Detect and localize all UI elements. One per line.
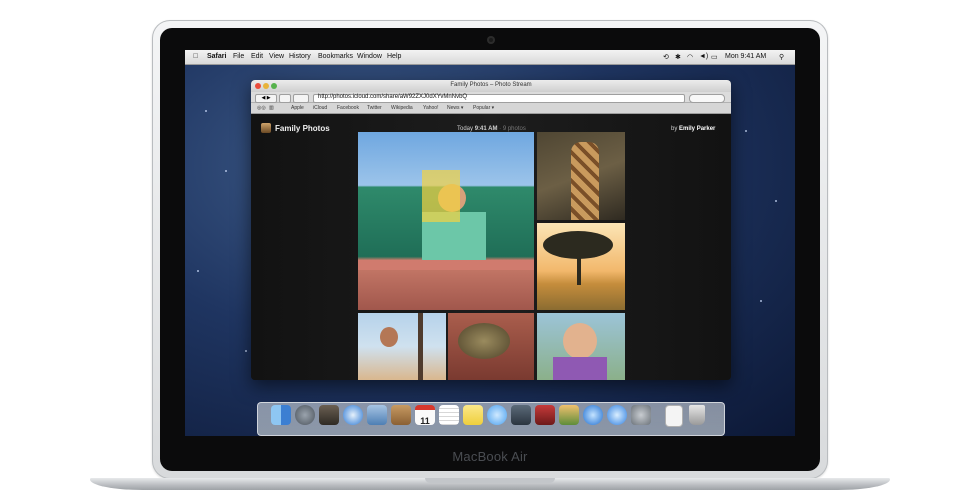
tabs-button[interactable] bbox=[293, 94, 309, 103]
bluetooth-icon[interactable]: ✱ bbox=[675, 53, 681, 61]
bookmark-popular[interactable]: Popular ▾ bbox=[473, 105, 494, 111]
trash-icon[interactable] bbox=[689, 405, 705, 425]
menu-history[interactable]: History bbox=[289, 53, 311, 60]
base-notch bbox=[425, 478, 555, 483]
app-store-icon[interactable] bbox=[607, 405, 627, 425]
iphoto-icon[interactable] bbox=[559, 405, 579, 425]
safari-window: Family Photos – Photo Stream ◀ ▶ http://… bbox=[251, 80, 731, 380]
mission-control-icon[interactable] bbox=[319, 405, 339, 425]
launchpad-icon[interactable] bbox=[295, 405, 315, 425]
author-line: by Emily Parker bbox=[671, 126, 715, 132]
photo-turtle[interactable] bbox=[448, 313, 534, 380]
bookmarks-bar: ◎◎ ▥ Apple iCloud Facebook Twitter Wikip… bbox=[251, 103, 731, 114]
menu-view[interactable]: View bbox=[269, 53, 284, 60]
photo-girl-smiling[interactable] bbox=[537, 313, 625, 380]
menu-safari[interactable]: Safari bbox=[207, 53, 226, 60]
menu-edit[interactable]: Edit bbox=[251, 53, 263, 60]
messages-icon[interactable] bbox=[487, 405, 507, 425]
back-forward-buttons[interactable]: ◀ ▶ bbox=[255, 94, 277, 103]
facetime-icon[interactable] bbox=[511, 405, 531, 425]
by-prefix: by bbox=[671, 126, 678, 132]
calendar-icon[interactable]: 11 bbox=[415, 405, 435, 426]
address-bar[interactable]: http://photos.icloud.com/share/aW92ZXJ0d… bbox=[313, 94, 685, 103]
photo-boy-beach-hut[interactable] bbox=[358, 132, 534, 310]
menu-bookmarks[interactable]: Bookmarks bbox=[318, 53, 353, 60]
menu-file[interactable]: File bbox=[233, 53, 244, 60]
reading-list-icon[interactable]: ◎◎ bbox=[257, 105, 266, 111]
volume-icon[interactable]: ◄) bbox=[699, 53, 708, 60]
mail-icon[interactable] bbox=[367, 405, 387, 425]
share-button[interactable] bbox=[279, 94, 291, 103]
search-field[interactable] bbox=[689, 94, 725, 103]
photo-stream-page: Family Photos Today 9:41 AM · 9 photos b… bbox=[251, 114, 731, 380]
bookmark-wikipedia[interactable]: Wikipedia bbox=[391, 105, 413, 111]
spotlight-icon[interactable]: ⚲ bbox=[779, 53, 784, 61]
bookmarks-icon[interactable]: ▥ bbox=[269, 105, 274, 111]
camera bbox=[487, 36, 495, 44]
menu-help[interactable]: Help bbox=[387, 53, 401, 60]
documents-icon[interactable] bbox=[665, 405, 683, 427]
author-name[interactable]: Emily Parker bbox=[679, 126, 715, 132]
notes-icon[interactable] bbox=[463, 405, 483, 425]
apple-icon[interactable]:  bbox=[193, 53, 198, 60]
reminders-icon[interactable] bbox=[439, 405, 459, 425]
menu-bar:  Safari File Edit View History Bookmark… bbox=[185, 50, 795, 65]
bookmark-twitter[interactable]: Twitter bbox=[367, 105, 382, 111]
photo-girl-pole[interactable] bbox=[358, 313, 446, 380]
bookmark-apple[interactable]: Apple bbox=[291, 105, 304, 111]
safari-icon[interactable] bbox=[343, 405, 363, 425]
itunes-icon[interactable] bbox=[583, 405, 603, 425]
window-title: Family Photos – Photo Stream bbox=[450, 82, 532, 88]
wifi-icon[interactable]: ◠ bbox=[687, 53, 693, 61]
photo-giraffe[interactable] bbox=[537, 132, 625, 220]
menu-clock[interactable]: Mon 9:41 AM bbox=[725, 53, 766, 60]
bookmark-news[interactable]: News ▾ bbox=[447, 105, 463, 111]
system-preferences-icon[interactable] bbox=[631, 405, 651, 425]
photo-booth-icon[interactable] bbox=[535, 405, 555, 425]
device-brand-label: MacBook Air bbox=[452, 449, 528, 464]
time-machine-icon[interactable]: ⟲ bbox=[663, 53, 669, 61]
bookmark-facebook[interactable]: Facebook bbox=[337, 105, 359, 111]
contacts-icon[interactable] bbox=[391, 405, 411, 425]
screen:  Safari File Edit View History Bookmark… bbox=[185, 50, 795, 436]
address-text: http://photos.icloud.com/share/aW92ZXJ0d… bbox=[318, 94, 468, 100]
bookmark-yahoo[interactable]: Yahoo! bbox=[423, 105, 438, 111]
photo-tree-sunset[interactable] bbox=[537, 223, 625, 310]
album-icon bbox=[261, 123, 271, 133]
finder-icon[interactable] bbox=[271, 405, 291, 425]
battery-icon[interactable]: ▭ bbox=[711, 53, 718, 61]
album-title: Family Photos bbox=[275, 124, 330, 133]
menu-window[interactable]: Window bbox=[357, 53, 382, 60]
bookmark-icloud[interactable]: iCloud bbox=[313, 105, 327, 111]
